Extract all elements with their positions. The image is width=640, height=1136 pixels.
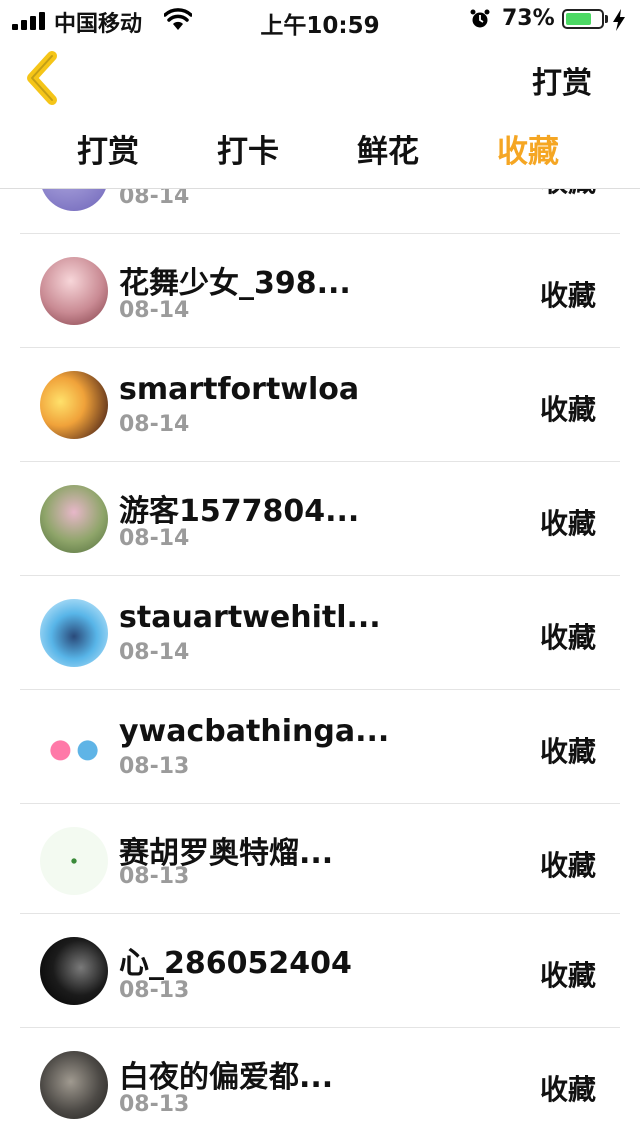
list-item[interactable]: 08-14 收藏 [20, 189, 620, 234]
avatar [40, 599, 108, 667]
tab-reward[interactable]: 打赏 [38, 128, 178, 178]
battery-icon [562, 9, 604, 29]
avatar [40, 189, 108, 211]
item-status: 收藏 [539, 1073, 596, 1106]
item-date: 08-13 [119, 864, 190, 889]
item-status: 收藏 [540, 189, 596, 200]
item-date: 08-14 [119, 526, 190, 551]
status-bar: 中国移动 上午10:59 73% [0, 0, 640, 40]
list-item[interactable]: ywacbathinga... 08-13 收藏 [20, 690, 620, 804]
tab-flowers[interactable]: 鲜花 [318, 128, 458, 178]
tab-bar: 打赏 打卡 鲜花 收藏 [38, 128, 598, 178]
item-username: stauartwehitl... [119, 600, 381, 635]
item-status: 收藏 [539, 959, 596, 992]
item-date: 08-13 [119, 754, 190, 779]
item-username: smartfortwloa [119, 372, 360, 407]
battery-percent: 73% [502, 6, 555, 31]
item-username: 花舞少女_398... [119, 266, 351, 301]
tab-checkin[interactable]: 打卡 [178, 128, 318, 178]
item-date: 08-14 [119, 298, 190, 323]
list-item[interactable]: 心_286052404 08-13 收藏 [20, 914, 620, 1028]
item-date: 08-14 [119, 412, 190, 437]
chevron-left-icon [27, 51, 57, 105]
back-button[interactable] [22, 50, 64, 106]
avatar [40, 257, 108, 325]
list-item[interactable]: 游客1577804... 08-14 收藏 [20, 462, 620, 576]
item-username: ywacbathinga... [119, 714, 390, 749]
item-date: 08-13 [119, 978, 190, 1003]
charging-bolt-icon [613, 9, 625, 31]
item-status: 收藏 [539, 849, 596, 882]
reward-button[interactable]: 打赏 [532, 58, 592, 102]
avatar [40, 485, 108, 553]
avatar [40, 827, 108, 895]
list-item[interactable]: 花舞少女_398... 08-14 收藏 [20, 234, 620, 348]
item-status: 收藏 [539, 279, 596, 312]
favorites-list[interactable]: 08-14 收藏 花舞少女_398... 08-14 收藏 smartfortw… [20, 189, 620, 1136]
list-item[interactable]: 白夜的偏爱都... 08-13 收藏 [20, 1028, 620, 1136]
alarm-icon [470, 9, 490, 28]
tab-favorites[interactable]: 收藏 [458, 128, 598, 178]
avatar [40, 371, 108, 439]
item-username: 游客1577804... [119, 494, 360, 529]
item-status: 收藏 [539, 393, 596, 426]
avatar [40, 937, 108, 1005]
battery-cap [605, 15, 608, 23]
item-date: 08-14 [119, 189, 190, 209]
list-item[interactable]: smartfortwloa 08-14 收藏 [20, 348, 620, 462]
item-username: 心_286052404 [119, 946, 352, 981]
avatar [40, 1051, 108, 1119]
item-date: 08-14 [119, 640, 190, 665]
item-status: 收藏 [539, 735, 596, 768]
item-username: 白夜的偏爱都... [119, 1060, 334, 1095]
item-status: 收藏 [539, 507, 596, 540]
item-date: 08-13 [119, 1092, 190, 1117]
list-item[interactable]: 赛胡罗奥特熘... 08-13 收藏 [20, 804, 620, 914]
list-item[interactable]: stauartwehitl... 08-14 收藏 [20, 576, 620, 690]
item-status: 收藏 [539, 621, 596, 654]
avatar [40, 713, 108, 781]
